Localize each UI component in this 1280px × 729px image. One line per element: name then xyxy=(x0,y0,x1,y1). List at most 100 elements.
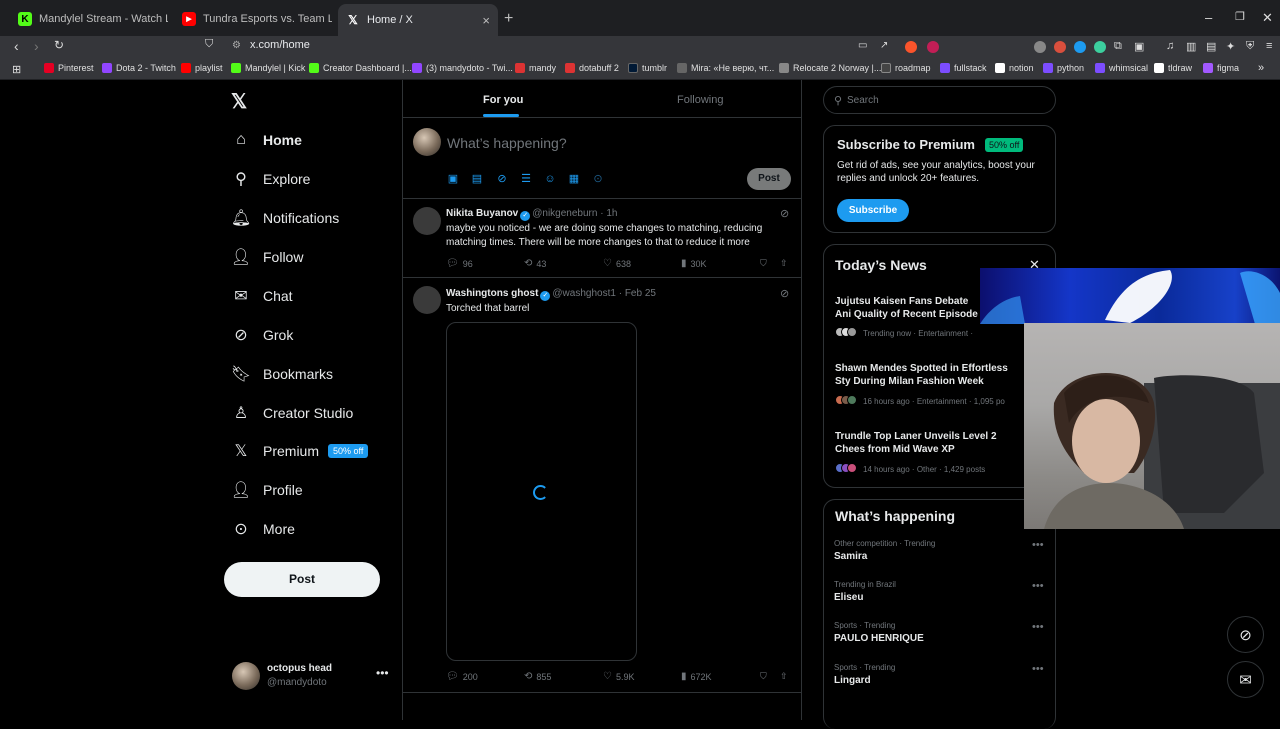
bookmark[interactable]: Mandylel | Kick xyxy=(231,63,305,73)
gif-icon[interactable]: ▤ xyxy=(471,173,483,185)
extension-icon[interactable] xyxy=(1034,41,1046,53)
like-stat[interactable]: ♡ 5.9K xyxy=(603,671,634,682)
extension-icon[interactable] xyxy=(1094,41,1106,53)
bookmark[interactable]: whimsical xyxy=(1095,63,1148,73)
close-tab-icon[interactable]: × xyxy=(482,13,490,28)
brave-shield-icon[interactable] xyxy=(905,41,917,53)
bookmark[interactable]: tumblr xyxy=(628,63,667,73)
share-icon[interactable]: ↗ xyxy=(880,40,888,51)
menu-icon[interactable]: ≡ xyxy=(1266,40,1272,52)
author-name[interactable]: Washingtons ghost xyxy=(446,288,538,299)
tab-for-you[interactable]: For you xyxy=(483,94,523,106)
nav-chat[interactable]: ✉ Chat xyxy=(231,281,292,311)
puzzle-extensions-icon[interactable]: ⧉ xyxy=(1114,40,1122,53)
bookmark[interactable]: tldraw xyxy=(1154,63,1192,73)
search-input[interactable]: ⚲ Search xyxy=(823,86,1056,114)
back-icon[interactable]: ‹ xyxy=(14,38,19,54)
nav-creator-studio[interactable]: ♙ Creator Studio xyxy=(231,398,353,428)
author-name[interactable]: Nikita Buyanov xyxy=(446,208,518,219)
like-stat[interactable]: ♡ 638 xyxy=(603,258,631,269)
more-dots-icon[interactable]: ••• xyxy=(1032,621,1044,633)
reply-stat[interactable]: 💬︎ 96 xyxy=(446,258,473,269)
more-dots-icon[interactable]: ••• xyxy=(1032,539,1044,551)
nav-profile[interactable]: 👤︎ Profile xyxy=(231,475,303,505)
grok-icon[interactable]: ⊘ xyxy=(780,287,789,300)
grok-icon[interactable]: ⊘ xyxy=(496,173,508,185)
bookmark[interactable]: playlist xyxy=(181,63,223,73)
bookmark-page-icon[interactable]: ⛉ xyxy=(205,38,213,51)
bookmark[interactable]: fullstack xyxy=(940,63,987,73)
site-info-icon[interactable]: ⚙ xyxy=(232,40,241,51)
compose-input[interactable]: What’s happening? xyxy=(447,135,567,151)
bookmark[interactable]: notion xyxy=(995,63,1034,73)
new-tab-icon[interactable]: + xyxy=(504,10,513,28)
wallet-icon[interactable]: ▤ xyxy=(1206,40,1216,53)
views-stat[interactable]: ▮ 672K xyxy=(681,671,712,682)
more-dots-icon[interactable]: ••• xyxy=(1032,663,1044,675)
leo-ai-icon[interactable]: ✦ xyxy=(1226,40,1235,53)
bookmark[interactable]: (3) mandydoto - Twi... xyxy=(412,63,513,73)
cast-icon[interactable]: ▭ xyxy=(858,40,867,51)
nav-home[interactable]: ⌂ Home xyxy=(231,125,302,155)
bookmark[interactable]: Pinterest xyxy=(44,63,94,73)
subscribe-button[interactable]: Subscribe xyxy=(837,199,909,222)
share-icon[interactable]: ⇧ xyxy=(780,671,788,682)
poll-icon[interactable]: ☰ xyxy=(520,173,532,185)
nav-premium[interactable]: 𝕏 Premium 50% off xyxy=(231,436,369,466)
browser-tab-youtube[interactable]: ▶ Tundra Esports vs. Team Liquid - Dream xyxy=(174,7,332,31)
grok-icon[interactable]: ⊘ xyxy=(780,207,789,220)
nav-follow[interactable]: 👤︎ Follow xyxy=(231,242,304,272)
extension-icon[interactable] xyxy=(1054,41,1066,53)
bookmark[interactable]: Relocate 2 Norway |... xyxy=(779,63,881,73)
nav-bookmarks[interactable]: 🔖︎ Bookmarks xyxy=(231,359,333,389)
x-logo-icon[interactable]: 𝕏 xyxy=(231,89,247,114)
browser-tab-x-home[interactable]: 𝕏 Home / X × xyxy=(338,4,498,36)
messages-floating-button[interactable]: ✉ xyxy=(1227,661,1264,698)
nav-notifications[interactable]: 🔔︎ Notifications xyxy=(231,203,339,233)
bookmark-icon[interactable]: ⛉ xyxy=(760,671,767,682)
location-icon[interactable]: ⊙ xyxy=(592,173,604,185)
music-icon[interactable]: ♫ xyxy=(1166,40,1174,52)
post-button[interactable]: Post xyxy=(224,562,380,597)
tab-following[interactable]: Following xyxy=(677,94,723,106)
maximize-window-icon[interactable]: ❐ xyxy=(1235,10,1245,23)
browser-tab-kick[interactable]: K Mandylel Stream - Watch Live on Kick xyxy=(10,7,168,31)
repost-stat[interactable]: ⟲ 43 xyxy=(524,258,546,269)
bookmark[interactable]: roadmap xyxy=(881,63,931,73)
sidebar-icon[interactable]: ▥ xyxy=(1186,40,1196,53)
schedule-icon[interactable]: ▦ xyxy=(568,173,580,185)
reload-icon[interactable]: ↻ xyxy=(54,38,64,52)
more-dots-icon[interactable]: ••• xyxy=(1032,580,1044,592)
share-icon[interactable]: ⇧ xyxy=(780,258,788,269)
grok-floating-button[interactable]: ⊘ xyxy=(1227,616,1264,653)
apps-grid-icon[interactable]: ⊞ xyxy=(12,63,21,76)
extension-icon[interactable]: ▣ xyxy=(1134,40,1144,53)
vpn-icon[interactable]: ⛨ xyxy=(1246,40,1254,53)
bookmark[interactable]: Dota 2 - Twitch xyxy=(102,63,176,73)
compose-post-button[interactable]: Post xyxy=(747,168,791,190)
media-icon[interactable]: ▣ xyxy=(447,173,459,185)
bookmark[interactable]: figma xyxy=(1203,63,1239,73)
nav-explore[interactable]: ⚲ Explore xyxy=(231,164,310,194)
bookmark[interactable]: python xyxy=(1043,63,1084,73)
more-bookmarks-icon[interactable]: » xyxy=(1258,62,1264,74)
bookmark[interactable]: Creator Dashboard |... xyxy=(309,63,412,73)
forward-icon[interactable]: › xyxy=(34,38,39,54)
account-switcher[interactable]: octopus head @mandydoto ••• xyxy=(232,660,392,694)
repost-stat[interactable]: ⟲ 855 xyxy=(524,671,551,682)
reply-stat[interactable]: 💬︎ 200 xyxy=(446,671,478,682)
extension-icon[interactable] xyxy=(1074,41,1086,53)
bookmark[interactable]: dotabuff 2 xyxy=(565,63,619,73)
address-bar[interactable]: x.com/home xyxy=(250,39,310,51)
twitch-icon xyxy=(102,63,112,73)
minimize-window-icon[interactable]: – xyxy=(1205,10,1212,25)
close-window-icon[interactable]: ✕ xyxy=(1262,10,1273,26)
bookmark-icon[interactable]: ⛉ xyxy=(760,258,767,269)
emoji-icon[interactable]: ☺ xyxy=(544,173,556,185)
bookmark[interactable]: mandy xyxy=(515,63,556,73)
nav-more[interactable]: ⊙ More xyxy=(231,514,295,544)
nav-grok[interactable]: ⊘ Grok xyxy=(231,320,293,350)
views-stat[interactable]: ▮ 30K xyxy=(681,258,707,269)
bookmark[interactable]: Mira: «Не верю, чт... xyxy=(677,63,774,73)
brave-rewards-icon[interactable] xyxy=(927,41,939,53)
